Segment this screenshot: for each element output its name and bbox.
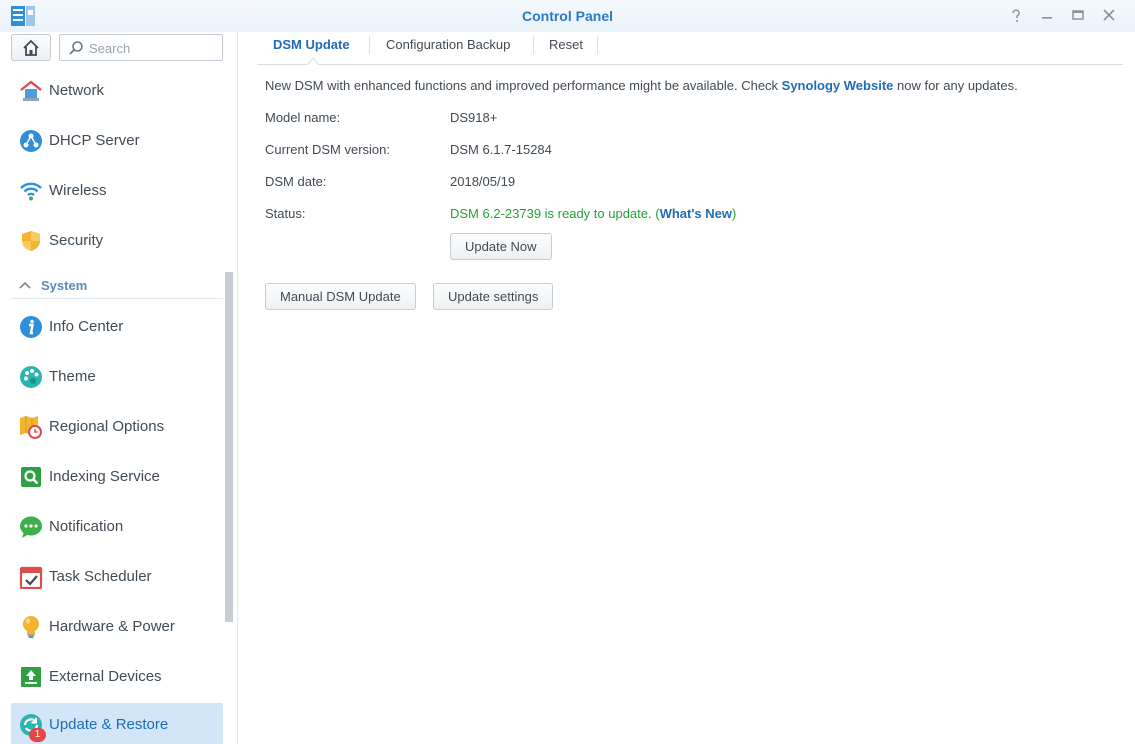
sidebar-item-task-scheduler[interactable]: Task Scheduler	[11, 555, 223, 599]
dsm-date-label: DSM date:	[265, 174, 327, 189]
synology-website-link[interactable]: Synology Website	[782, 78, 894, 93]
sidebar-item-dhcp-server[interactable]: DHCP Server	[11, 119, 223, 163]
notice-text-suffix: now for any updates.	[893, 78, 1018, 93]
tab-reset[interactable]: Reset	[533, 32, 599, 58]
sidebar-item-label: Security	[49, 232, 104, 249]
section-label: System	[41, 278, 88, 293]
dhcp-server-icon	[19, 129, 43, 153]
section-header-system[interactable]: System	[11, 273, 223, 299]
status-value: DSM 6.2-23739 is ready to update. (What'…	[450, 206, 736, 221]
help-button[interactable]	[1006, 6, 1026, 26]
sidebar-item-indexing-service[interactable]: Indexing Service	[11, 455, 223, 499]
home-button[interactable]	[11, 34, 51, 61]
minimize-button[interactable]	[1037, 6, 1057, 26]
regional-options-icon	[19, 415, 43, 439]
sidebar-item-hardware-power[interactable]: Hardware & Power	[11, 605, 223, 649]
model-name-value: DS918+	[450, 110, 498, 125]
sidebar-item-regional-options[interactable]: Regional Options	[11, 405, 223, 449]
update-now-button[interactable]: Update Now	[450, 233, 552, 260]
search-field[interactable]	[59, 34, 223, 61]
sidebar-item-label: Indexing Service	[49, 468, 160, 485]
network-icon	[19, 79, 43, 103]
title-bar: Control Panel	[0, 0, 1135, 32]
notice-text: New DSM with enhanced functions and impr…	[265, 78, 782, 93]
task-scheduler-icon	[19, 565, 43, 590]
window-title: Control Panel	[521, 8, 613, 24]
status-text: DSM 6.2-23739 is ready to update. (	[450, 206, 660, 221]
security-shield-icon	[19, 229, 43, 253]
sidebar-item-label: Notification	[49, 518, 124, 535]
sidebar-scrollbar[interactable]	[225, 272, 233, 622]
search-icon	[69, 41, 83, 55]
external-devices-icon	[19, 665, 43, 689]
sidebar-item-label: Update & Restore	[49, 716, 169, 733]
sidebar-item-label: Info Center	[49, 318, 124, 335]
tab-dsm-update[interactable]: DSM Update	[257, 32, 366, 58]
search-input[interactable]	[89, 39, 217, 57]
sidebar-item-security[interactable]: Security	[11, 219, 223, 263]
sidebar-item-theme[interactable]: Theme	[11, 355, 223, 399]
status-label: Status:	[265, 206, 306, 221]
manual-dsm-update-button[interactable]: Manual DSM Update	[265, 283, 416, 310]
main-panel: DSM Update Configuration Backup Reset Ne…	[239, 32, 1135, 744]
sidebar-item-external-devices[interactable]: External Devices	[11, 655, 223, 699]
sidebar-item-label: Task Scheduler	[49, 568, 152, 585]
sidebar-item-label: Network	[49, 82, 105, 99]
update-settings-button[interactable]: Update settings	[433, 283, 554, 310]
dsm-date-value: 2018/05/19	[450, 174, 516, 189]
notification-icon	[19, 515, 43, 539]
info-icon	[19, 315, 43, 339]
update-notice: New DSM with enhanced functions and impr…	[265, 78, 1018, 93]
theme-palette-icon	[19, 365, 43, 389]
model-name-label: Model name:	[265, 110, 341, 125]
sidebar-item-info-center[interactable]: Info Center	[11, 305, 223, 349]
notification-count-badge: 1	[29, 728, 46, 742]
sidebar-item-label: Wireless	[49, 182, 107, 199]
tab-divider	[597, 36, 598, 54]
sidebar-item-notification[interactable]: Notification	[11, 505, 223, 549]
current-version-value: DSM 6.1.7-15284	[450, 142, 552, 157]
sidebar-item-update-restore[interactable]: 1 Update & Restore	[11, 703, 223, 744]
wireless-icon	[19, 179, 43, 203]
indexing-service-icon	[19, 465, 43, 489]
sidebar: Network DHCP Server Wireless	[0, 32, 238, 744]
current-version-label: Current DSM version:	[265, 142, 390, 157]
tab-configuration-backup[interactable]: Configuration Backup	[370, 32, 526, 58]
sidebar-item-label: Theme	[49, 368, 96, 385]
sidebar-item-wireless[interactable]: Wireless	[11, 169, 223, 213]
active-tab-pointer-icon	[307, 57, 319, 65]
home-icon	[23, 39, 39, 56]
sidebar-item-network[interactable]: Network	[11, 69, 223, 113]
sidebar-item-label: External Devices	[49, 668, 162, 685]
close-button[interactable]	[1099, 6, 1119, 26]
sidebar-item-label: Hardware & Power	[49, 618, 175, 635]
sidebar-item-label: Regional Options	[49, 418, 165, 435]
whats-new-link[interactable]: What's New	[660, 206, 732, 221]
tab-bar: DSM Update Configuration Backup Reset	[257, 32, 1123, 65]
status-text-close: )	[732, 206, 737, 221]
hardware-power-bulb-icon	[19, 615, 43, 639]
sidebar-item-label: DHCP Server	[49, 132, 140, 149]
maximize-button[interactable]	[1068, 6, 1088, 26]
chevron-up-icon	[19, 281, 31, 289]
